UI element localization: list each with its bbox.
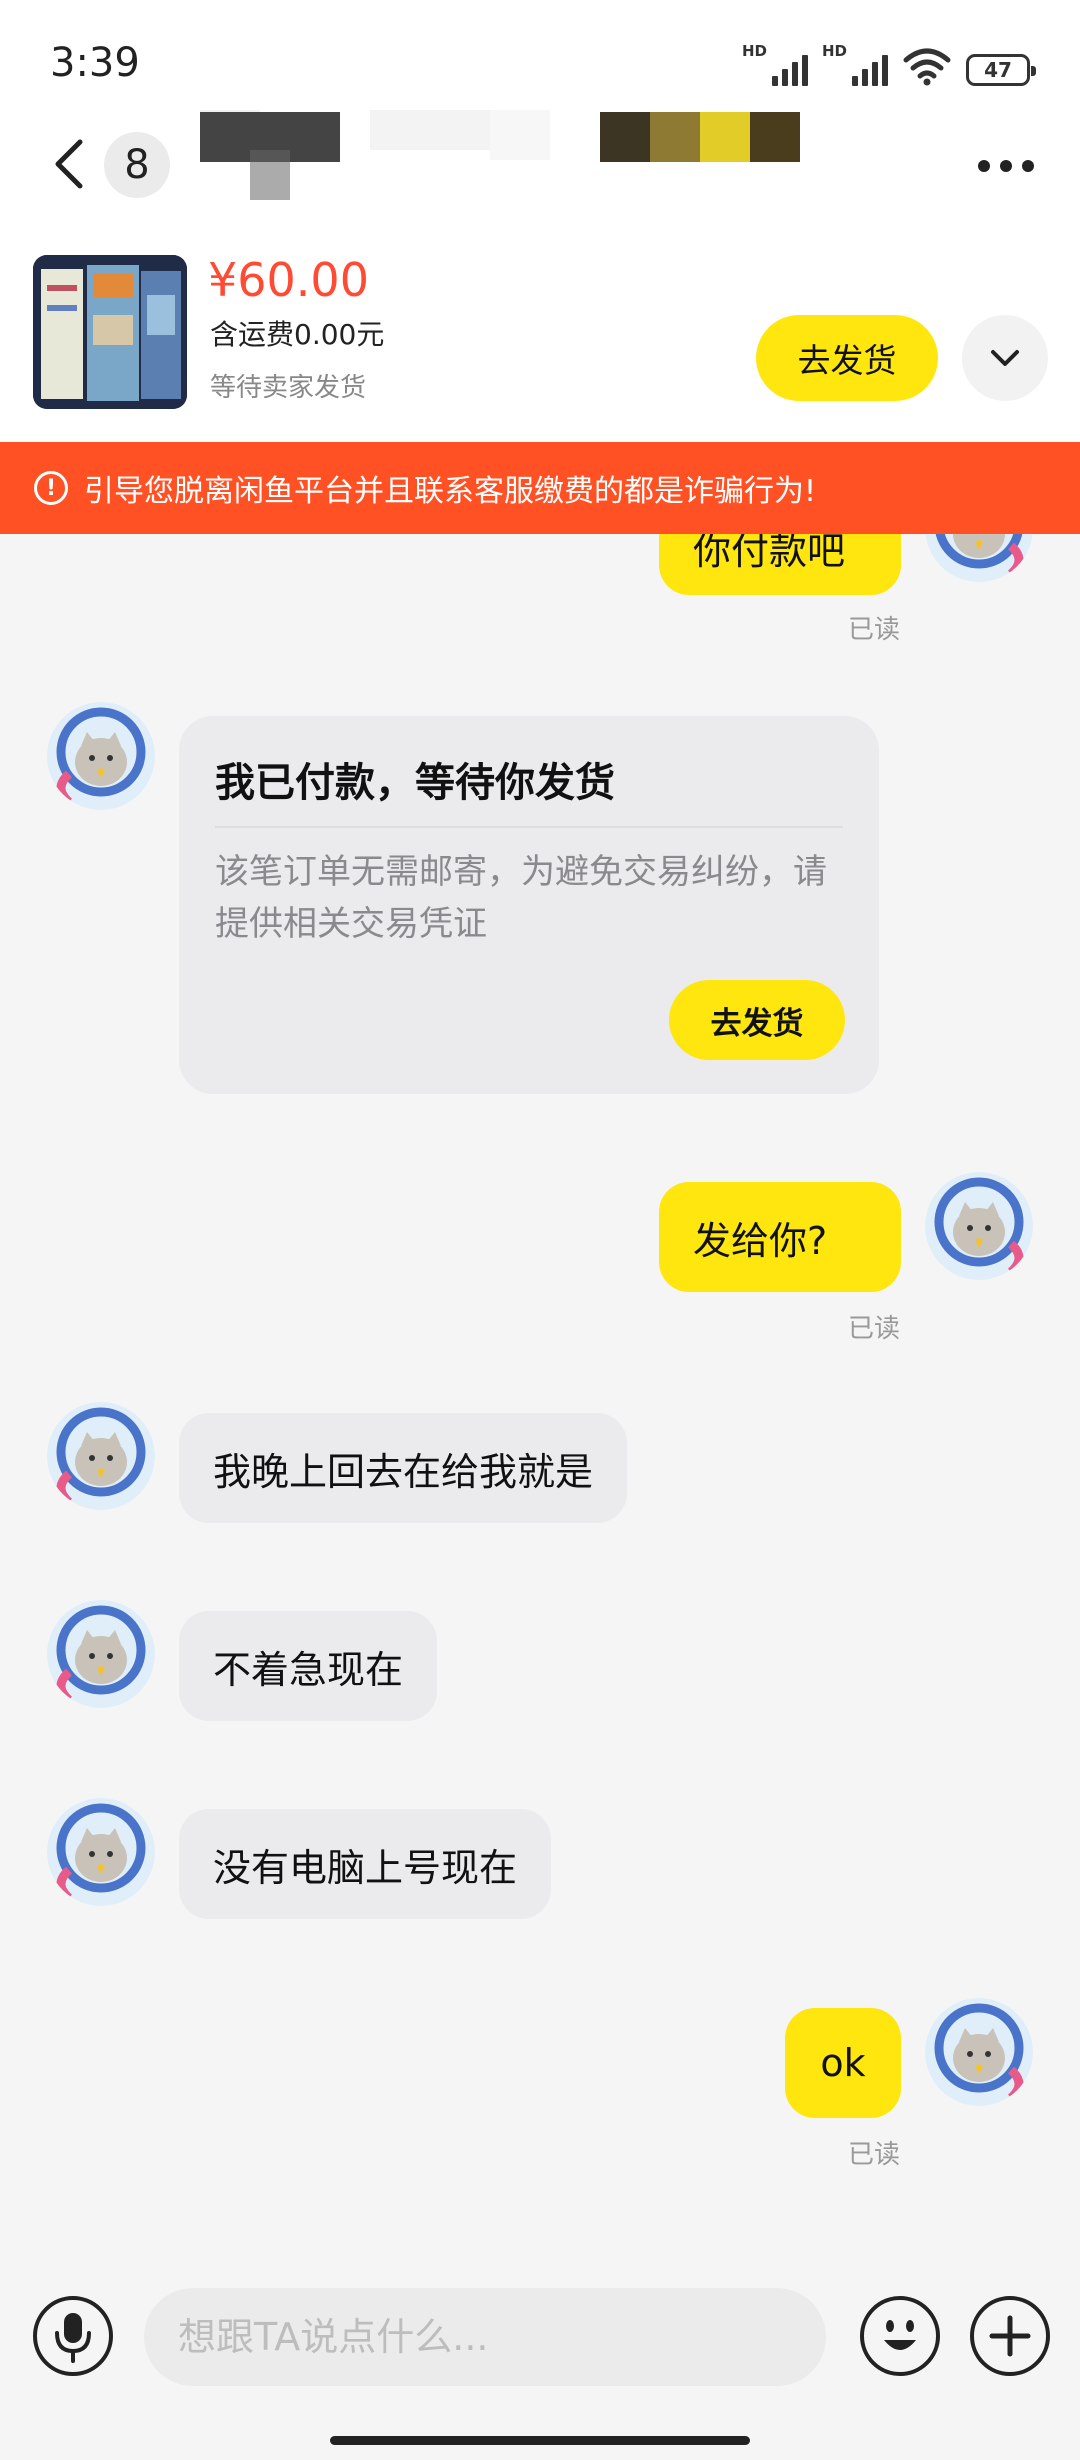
warning-text: 引导您脱离闲鱼平台并且联系客服缴费的都是诈骗行为! xyxy=(84,474,817,509)
more-icon[interactable] xyxy=(978,160,1034,172)
home-indicator[interactable] xyxy=(330,2436,750,2445)
plus-icon[interactable] xyxy=(970,2296,1050,2376)
card-body: 该笔订单无需邮寄，为避免交易纠纷，请提供相关交易凭证 xyxy=(215,852,827,944)
my-message-bubble[interactable]: ok xyxy=(785,2008,901,2118)
order-price: ¥60.00 xyxy=(208,253,369,307)
shipping-fee: 含运费0.00元 xyxy=(210,318,385,351)
unread-count-badge[interactable]: 8 xyxy=(104,132,170,198)
message-text: 发给你? xyxy=(693,1218,828,1263)
chat-header: 8 xyxy=(0,110,1080,250)
contact-avatar[interactable] xyxy=(47,1798,155,1906)
my-message-bubble[interactable]: 发给你? xyxy=(659,1182,901,1292)
battery-level: 47 xyxy=(984,58,1012,82)
obscured-nickname xyxy=(200,110,800,200)
read-status: 已读 xyxy=(848,615,901,645)
contact-avatar[interactable] xyxy=(47,1402,155,1510)
signal-hd-label: HD xyxy=(822,42,848,60)
cell-signal-icon: HD xyxy=(822,42,888,86)
read-status: 已读 xyxy=(848,1314,901,1344)
contact-message-bubble[interactable]: 不着急现在 xyxy=(179,1611,438,1721)
status-icons: HD HD 47 xyxy=(742,40,1036,86)
message-input-bar xyxy=(0,2270,1080,2460)
contact-avatar[interactable] xyxy=(47,1600,155,1708)
order-card[interactable]: ¥60.00 含运费0.00元 等待卖家发货 去发货 xyxy=(0,245,1080,445)
read-status: 已读 xyxy=(848,2140,901,2170)
card-ship-button[interactable]: 去发货 xyxy=(669,980,845,1060)
card-title: 我已付款，等待你发货 xyxy=(215,760,615,806)
message-text: 没有电脑上号现在 xyxy=(213,1845,518,1890)
warning-icon: ! xyxy=(34,471,68,505)
battery-icon: 47 xyxy=(966,54,1036,86)
emoji-icon[interactable] xyxy=(860,2296,940,2376)
message-text: 我晚上回去在给我就是 xyxy=(213,1449,594,1494)
message-input[interactable] xyxy=(144,2288,826,2386)
message-text: ok xyxy=(820,2041,866,2085)
wifi-icon xyxy=(902,46,952,86)
chevron-down-icon[interactable] xyxy=(962,315,1048,401)
status-time: 3:39 xyxy=(50,40,140,86)
my-avatar[interactable] xyxy=(925,1998,1033,2106)
contact-message-bubble[interactable]: 没有电脑上号现在 xyxy=(179,1809,552,1919)
chat-screen: 3:39 HD HD 47 8 ¥60.00 含运费0.00元 等待卖家发货 去… xyxy=(0,0,1080,2460)
scam-warning-banner: ! 引导您脱离闲鱼平台并且联系客服缴费的都是诈骗行为! xyxy=(0,442,1080,534)
signal-hd-label: HD xyxy=(742,42,768,60)
payment-notice-card[interactable]: 我已付款，等待你发货 该笔订单无需邮寄，为避免交易纠纷，请提供相关交易凭证 去发… xyxy=(179,716,879,1094)
my-avatar[interactable] xyxy=(925,1172,1033,1280)
card-divider xyxy=(215,826,843,828)
microphone-icon[interactable] xyxy=(33,2296,113,2376)
order-status: 等待卖家发货 xyxy=(210,373,367,403)
message-text: 不着急现在 xyxy=(213,1647,404,1692)
ship-button[interactable]: 去发货 xyxy=(756,315,938,401)
cell-signal-icon: HD xyxy=(742,42,808,86)
contact-message-bubble[interactable]: 我晚上回去在给我就是 xyxy=(179,1413,628,1523)
product-thumbnail[interactable] xyxy=(33,255,187,409)
back-icon[interactable] xyxy=(46,134,90,194)
contact-avatar[interactable] xyxy=(47,702,155,810)
